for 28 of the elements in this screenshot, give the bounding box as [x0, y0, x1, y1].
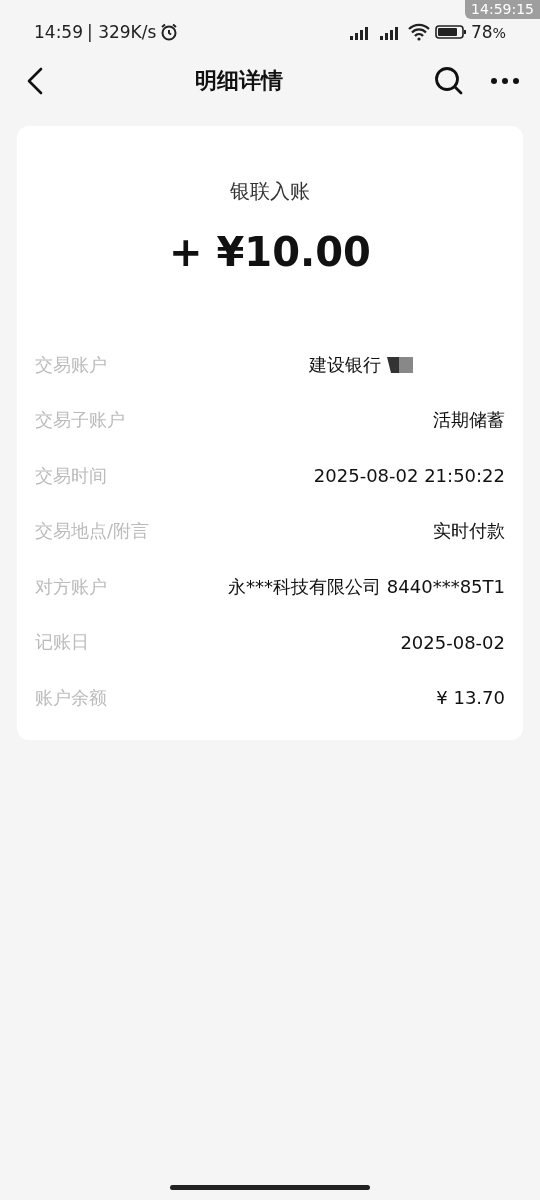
- transaction-type: 银联入账: [229, 178, 311, 205]
- field-value: 2025-08-02: [400, 631, 505, 653]
- search-icon[interactable]: [434, 66, 464, 96]
- field-label: 交易时间: [35, 463, 108, 488]
- field-label: 账户余额: [35, 685, 108, 710]
- network-speed: | 329K/s: [87, 22, 157, 42]
- field-label: 对方账户: [35, 574, 108, 599]
- field-value: ¥ 13.70: [436, 687, 505, 709]
- field-label: 交易账户: [35, 352, 108, 377]
- battery-icon: [434, 24, 467, 40]
- screenshot-clock: 14:59:15: [465, 0, 540, 19]
- field-value: 永***科技有限公司 8440***85T1: [228, 574, 505, 599]
- field-label: 交易子账户: [35, 408, 126, 433]
- field-value: 实时付款: [433, 519, 505, 544]
- wifi-icon: [406, 23, 431, 41]
- field-value: 2025-08-02 21:50:22: [313, 465, 505, 487]
- alarm-icon: [160, 23, 179, 41]
- amount: + ¥10.00: [168, 229, 372, 275]
- status-time: 14:59: [34, 22, 83, 42]
- field-value: 活期储蓄: [433, 408, 505, 433]
- field-value: 建设银行: [309, 352, 381, 377]
- back-icon[interactable]: [26, 67, 44, 95]
- battery-level: 78%: [470, 22, 506, 42]
- redaction-mark: [387, 356, 415, 373]
- field-label: 交易地点/附言: [35, 519, 151, 544]
- more-icon[interactable]: [490, 77, 520, 85]
- page-title: 明细详情: [194, 67, 284, 95]
- field-label: 记账日: [35, 630, 90, 655]
